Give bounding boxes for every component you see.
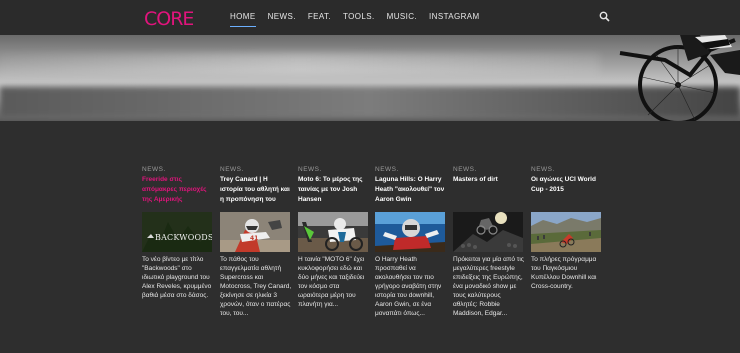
card-thumbnail[interactable]	[453, 212, 523, 252]
card-category[interactable]: NEWS.	[453, 166, 525, 174]
nav-music[interactable]: MUSIC.	[387, 12, 417, 21]
article-card[interactable]: NEWS. Moto 6: Το μέρος της ταινίας με το…	[298, 166, 370, 309]
card-title[interactable]: Οι αγώνες UCI World Cup - 2015	[531, 175, 603, 212]
card-title[interactable]: Masters of dirt	[453, 175, 525, 212]
card-excerpt: O Harry Heath προσπαθεί να ακολουθήσει τ…	[375, 256, 442, 317]
hero-banner[interactable]	[0, 35, 740, 121]
card-excerpt: Το πάθος του επαγγελματία αθλητή Supercr…	[220, 256, 292, 317]
article-card[interactable]: NEWS. Trey Canard | Η ιστορία του αθλητή…	[220, 166, 292, 318]
card-excerpt: Το νέο βίντεο με τίτλο "Backwoods" στο ι…	[142, 256, 212, 299]
card-title[interactable]: Trey Canard | Η ιστορία του αθλητή και η…	[220, 175, 292, 212]
card-excerpt: Το πλήρες πρόγραμμα του Παγκόσμιου Κυπέλ…	[531, 256, 597, 290]
card-title[interactable]: Freeride στις απόμακρες περιοχές της Αμε…	[142, 175, 214, 212]
nav-instagram[interactable]: INSTAGRAM	[429, 12, 480, 21]
nav-home[interactable]: HOME	[230, 12, 256, 27]
top-navigation-bar: CORE HOME NEWS. FEAT. TOOLS. MUSIC. INST…	[0, 0, 740, 35]
card-title[interactable]: Laguna Hills: O Harry Heath "ακολουθεί" …	[375, 175, 447, 212]
card-thumbnail[interactable]	[375, 212, 445, 252]
card-category[interactable]: NEWS.	[142, 166, 214, 174]
card-thumbnail[interactable]: BACKWOODS	[142, 212, 212, 252]
card-category[interactable]: NEWS.	[531, 166, 603, 174]
core-logo[interactable]: CORE	[143, 6, 193, 30]
card-thumbnail[interactable]	[298, 212, 368, 252]
card-excerpt: Πρόκειται για μία από τις μεγαλύτερες fr…	[453, 256, 524, 317]
article-card[interactable]: NEWS. Freeride στις απόμακρες περιοχές τ…	[142, 166, 214, 300]
content-area	[0, 121, 740, 353]
card-category[interactable]: NEWS.	[375, 166, 447, 174]
article-card[interactable]: NEWS. Οι αγώνες UCI World Cup - 2015 Το …	[531, 166, 603, 291]
thumb-label: BACKWOODS	[155, 233, 212, 242]
card-category[interactable]: NEWS.	[298, 166, 370, 174]
article-card[interactable]: NEWS. Laguna Hills: O Harry Heath "ακολο…	[375, 166, 447, 318]
article-card[interactable]: NEWS. Masters of dirt Πρόκειται για μία …	[453, 166, 525, 318]
nav-tools[interactable]: TOOLS.	[343, 12, 375, 21]
search-icon[interactable]	[599, 11, 610, 22]
card-excerpt: Η ταινία "MOTO 6" έχει κυκλοφορήσει εδώ …	[298, 256, 365, 308]
nav-news[interactable]: NEWS.	[268, 12, 296, 21]
bmx-rider-image	[619, 35, 740, 121]
nav-feat[interactable]: FEAT.	[308, 12, 331, 21]
main-nav: HOME NEWS. FEAT. TOOLS. MUSIC. INSTAGRAM	[230, 12, 492, 27]
card-category[interactable]: NEWS.	[220, 166, 292, 174]
card-title[interactable]: Moto 6: Το μέρος της ταινίας με τον Josh…	[298, 175, 370, 212]
svg-text:CORE: CORE	[144, 8, 193, 30]
svg-text:41: 41	[250, 235, 258, 242]
card-thumbnail[interactable]	[531, 212, 601, 252]
card-thumbnail[interactable]: 41	[220, 212, 290, 252]
